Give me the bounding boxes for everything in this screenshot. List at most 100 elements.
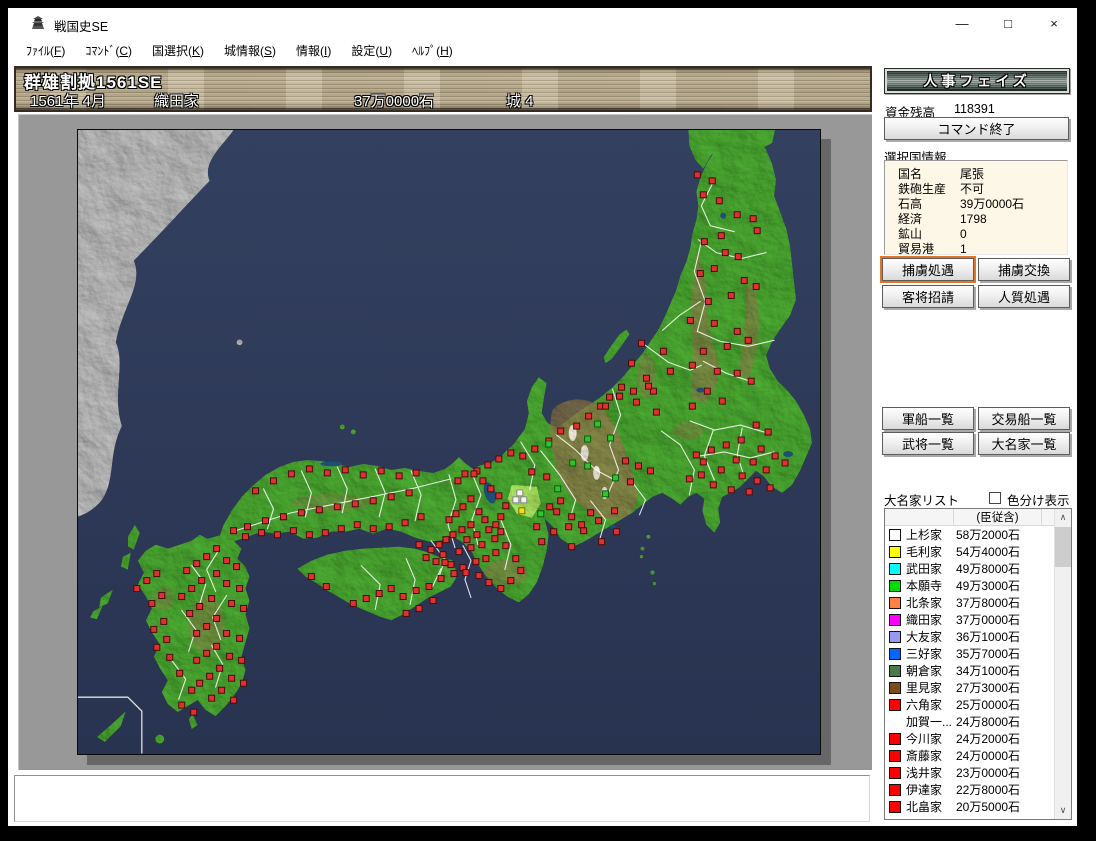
clan-color-swatch <box>889 631 901 643</box>
clan-color-swatch <box>889 699 901 711</box>
general-list-button[interactable]: 武将一覧 <box>882 432 974 455</box>
clan-name: 北条家 <box>906 594 956 611</box>
clan-koku-value: 24万0000石 <box>956 747 1020 764</box>
clan-koku-value: 58万2000石 <box>956 526 1020 543</box>
province-info-row: 石高39万0000石 <box>885 196 1067 211</box>
daimyo-list-item[interactable]: 浅井家23万0000石 <box>885 764 1054 781</box>
clan-koku-value: 34万1000石 <box>956 662 1020 679</box>
province-info-row: 鉱山0 <box>885 226 1067 241</box>
clan-color-swatch <box>889 784 901 796</box>
player-clan: 織田家 <box>154 90 199 111</box>
clan-name: 朝倉家 <box>906 662 956 679</box>
clan-name: 三好家 <box>906 645 956 662</box>
phase-label: 人事フェイズ <box>923 71 1031 91</box>
menu-item-K[interactable]: 国選択(K) <box>144 39 212 62</box>
captive-exchange-button[interactable]: 捕虜交換 <box>978 258 1070 281</box>
clan-color-swatch <box>889 648 901 660</box>
clan-koku-value: 20万5000石 <box>956 798 1020 815</box>
clan-color-swatch <box>889 597 901 609</box>
menu-item-C[interactable]: ｺﾏﾝﾄﾞ(C) <box>77 39 140 62</box>
province-info-row: 経済1798 <box>885 211 1067 226</box>
end-command-button[interactable]: コマンド終了 <box>884 117 1069 140</box>
clan-koku-value: 24万2000石 <box>956 730 1020 747</box>
clan-koku-value: 37万0000石 <box>956 611 1020 628</box>
daimyo-listbox: (臣従含) 上杉家58万2000石毛利家54万4000石武田家49万8000石本… <box>884 508 1072 820</box>
clan-color-swatch <box>889 563 901 575</box>
clan-color-swatch <box>889 546 901 558</box>
clan-koku-value: 49万3000石 <box>956 577 1020 594</box>
warship-list-button[interactable]: 軍船一覧 <box>882 407 974 430</box>
daimyo-list-item[interactable]: 里見家27万3000石 <box>885 679 1054 696</box>
clan-color-swatch <box>889 614 901 626</box>
title-bar: 戦国史SE — □ × <box>8 8 1077 38</box>
province-info-row: 鉄砲生産不可 <box>885 181 1067 196</box>
menu-item-U[interactable]: 設定(U) <box>343 39 400 62</box>
color-toggle-checkbox[interactable] <box>989 492 1001 504</box>
clan-koku-value: 54万4000石 <box>956 543 1020 560</box>
daimyo-list-title: 大名家リスト <box>884 490 959 509</box>
clan-color-swatch <box>889 767 901 779</box>
scroll-up-icon[interactable]: ∧ <box>1055 509 1071 526</box>
daimyo-list-item[interactable]: 伊達家22万8000石 <box>885 781 1054 798</box>
captive-treatment-button[interactable]: 捕虜処遇 <box>882 258 974 281</box>
clan-koku-value: 37万8000石 <box>956 594 1020 611</box>
daimyo-list-item[interactable]: 加賀一...24万8000石 <box>885 713 1054 730</box>
daimyo-list-item[interactable]: 上杉家58万2000石 <box>885 526 1054 543</box>
side-panel: 人事フェイズ 資金残高 118391 コマンド終了 選択国情報 国名尾張鉄砲生産… <box>880 66 1076 826</box>
minimize-button[interactable]: — <box>939 8 985 38</box>
maximize-button[interactable]: □ <box>985 8 1031 38</box>
menu-item-S[interactable]: 城情報(S) <box>216 39 284 62</box>
daimyo-list-item[interactable]: 織田家37万0000石 <box>885 611 1054 628</box>
scrollbar-thumb[interactable] <box>1055 527 1071 567</box>
scenario-banner: 群雄割拠1561SE 1561年 4月 織田家 37万0000石 城 4 <box>14 66 872 112</box>
clan-name: 上杉家 <box>906 526 956 543</box>
daimyo-list-item[interactable]: 三好家35万7000石 <box>885 645 1054 662</box>
hostage-treatment-button[interactable]: 人質処遇 <box>978 285 1070 308</box>
clan-name: 今川家 <box>906 730 956 747</box>
color-toggle-label: 色分け表示 <box>1007 490 1070 509</box>
clan-color-swatch <box>889 801 901 813</box>
daimyo-list-item[interactable]: 六角家25万0000石 <box>885 696 1054 713</box>
province-info-box: 国名尾張鉄砲生産不可石高39万0000石経済1798鉱山0貿易港1 <box>884 160 1068 255</box>
menu-item-H[interactable]: ﾍﾙﾌﾟ(H) <box>404 39 461 62</box>
clan-name: 加賀一... <box>906 713 956 730</box>
clan-color-swatch <box>889 682 901 694</box>
trade-ship-list-button[interactable]: 交易船一覧 <box>978 407 1070 430</box>
daimyo-list-item[interactable]: 今川家24万2000石 <box>885 730 1054 747</box>
daimyo-list-item[interactable]: 朝倉家34万1000石 <box>885 662 1054 679</box>
daimyo-list-item[interactable]: 毛利家54万4000石 <box>885 543 1054 560</box>
close-button[interactable]: × <box>1031 8 1077 38</box>
menu-item-F[interactable]: ﾌｧｲﾙ(F) <box>18 39 73 62</box>
clan-koku-value: 22万8000石 <box>956 781 1020 798</box>
japan-map[interactable] <box>77 129 821 755</box>
clan-name: 北畠家 <box>906 798 956 815</box>
clan-name: 伊達家 <box>906 781 956 798</box>
scrollbar[interactable]: ∧ ∨ <box>1054 509 1071 819</box>
clan-koku-value: 35万7000石 <box>956 645 1020 662</box>
clan-color-swatch <box>889 750 901 762</box>
daimyo-list-item[interactable]: 斎藤家24万0000石 <box>885 747 1054 764</box>
clan-name: 浅井家 <box>906 764 956 781</box>
clan-koku-value: 24万8000石 <box>956 713 1020 730</box>
app-icon <box>30 15 46 31</box>
clan-koku-value: 36万1000石 <box>956 628 1020 645</box>
funds-value: 118391 <box>954 102 995 116</box>
clan-name: 織田家 <box>906 611 956 628</box>
daimyo-list-item[interactable]: 大友家36万1000石 <box>885 628 1054 645</box>
guest-general-invite-button[interactable]: 客将招請 <box>882 285 974 308</box>
daimyo-list-button[interactable]: 大名家一覧 <box>978 432 1070 455</box>
clan-name: 本願寺 <box>906 577 956 594</box>
daimyo-list-item[interactable]: 武田家49万8000石 <box>885 560 1054 577</box>
daimyo-list-item[interactable]: 北畠家20万5000石 <box>885 798 1054 815</box>
menu-item-I[interactable]: 情報(I) <box>288 39 339 62</box>
clan-color-swatch <box>889 665 901 677</box>
province-info-row: 貿易港1 <box>885 241 1067 256</box>
clan-color-swatch <box>889 529 901 541</box>
daimyo-list-item[interactable]: 北条家37万8000石 <box>885 594 1054 611</box>
scroll-down-icon[interactable]: ∨ <box>1055 802 1071 819</box>
clan-koku-value: 25万0000石 <box>956 696 1020 713</box>
daimyo-list-item[interactable]: 本願寺49万3000石 <box>885 577 1054 594</box>
clan-name: 里見家 <box>906 679 956 696</box>
clan-koku-value: 27万3000石 <box>956 679 1020 696</box>
game-date: 1561年 4月 <box>30 90 106 111</box>
